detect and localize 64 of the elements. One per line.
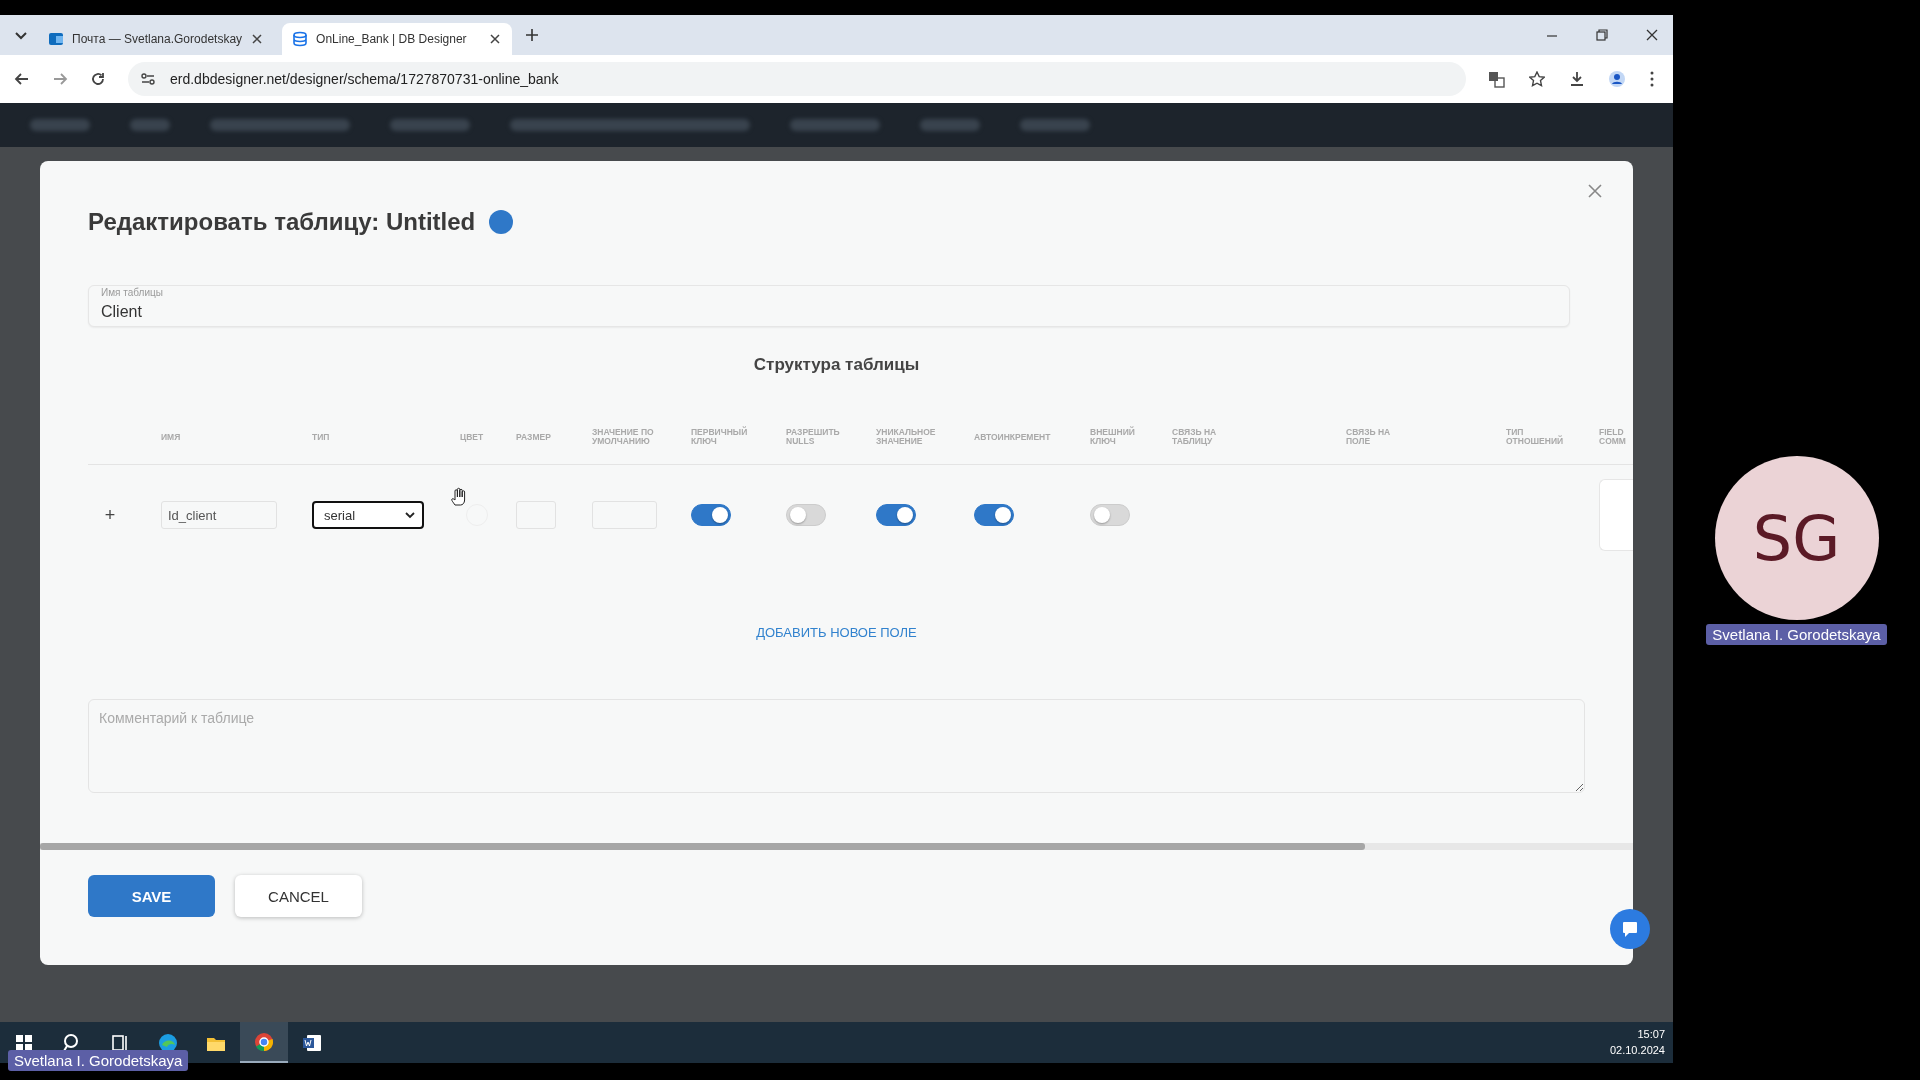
translate-icon[interactable] bbox=[1488, 70, 1505, 88]
add-button[interactable]: + bbox=[100, 504, 120, 526]
column-header: АВТОИНКРЕМЕНТ bbox=[974, 432, 1051, 442]
toggle-switch[interactable] bbox=[691, 504, 731, 526]
comment-field[interactable]: Комментарий к таблице bbox=[88, 699, 1585, 793]
windows-start-icon[interactable] bbox=[14, 1032, 34, 1053]
column-header: СВЯЗЬ НА ПОЛЕ bbox=[1346, 428, 1392, 446]
close-icon[interactable] bbox=[250, 32, 265, 46]
address-field[interactable]: erd.dbdesigner.net/designer/schema/1727870731-online_bank bbox=[128, 62, 1466, 96]
site-settings-icon[interactable] bbox=[140, 71, 156, 87]
forward-icon[interactable] bbox=[52, 71, 68, 87]
caret-icon bbox=[404, 510, 416, 520]
column-header: ПЕРВИЧНЫЙ КЛЮЧ bbox=[691, 428, 749, 446]
toggle-switch[interactable] bbox=[1090, 504, 1130, 526]
save-button[interactable]: SAVE bbox=[88, 875, 215, 917]
add-field-link[interactable]: ДОБАВИТЬ НОВОЕ ПОЛЕ bbox=[756, 625, 917, 640]
name-label: Svetlana I. Gorodetskaya bbox=[8, 1050, 189, 1071]
column-header: ТИП bbox=[312, 432, 331, 442]
chrome-circle-icon[interactable] bbox=[254, 1031, 274, 1052]
hand-cursor-icon bbox=[450, 487, 468, 507]
column-header: ЦВЕТ bbox=[460, 432, 485, 442]
column-header: РАЗРЕШИТЬ NULLS bbox=[786, 428, 841, 446]
profile-icon[interactable] bbox=[1609, 71, 1625, 87]
column-header: FIELD COMM bbox=[1599, 428, 1627, 446]
mail-icon bbox=[48, 31, 64, 47]
close-icon[interactable] bbox=[488, 32, 503, 46]
column-header: УНИКАЛЬНОЕ ЗНАЧЕНИЕ bbox=[876, 428, 937, 446]
name-input[interactable]: Id_client bbox=[161, 501, 277, 529]
color-dot[interactable] bbox=[489, 210, 514, 234]
type-dropdown[interactable]: serial bbox=[312, 501, 424, 529]
close-icon[interactable] bbox=[1645, 28, 1659, 42]
toggle-switch[interactable] bbox=[974, 504, 1014, 526]
database-icon bbox=[292, 31, 309, 47]
name-label: Svetlana I. Gorodetskaya bbox=[1706, 624, 1887, 645]
column-header: СВЯЗЬ НА ТАБЛИЦУ bbox=[1172, 428, 1218, 446]
chat-button[interactable] bbox=[1610, 909, 1650, 949]
column-header: ИМЯ bbox=[161, 432, 182, 442]
back-icon[interactable] bbox=[14, 71, 30, 87]
column-header: ВНЕШНИЙ КЛЮЧ bbox=[1090, 428, 1136, 446]
toggle-switch[interactable] bbox=[786, 504, 826, 526]
avatar: SG bbox=[1714, 456, 1879, 620]
reload-icon[interactable] bbox=[90, 71, 106, 87]
new-tab-icon[interactable] bbox=[524, 27, 541, 43]
clock-date: 02.10.2024 bbox=[1609, 1042, 1665, 1058]
star-icon[interactable] bbox=[1529, 71, 1545, 87]
more-icon[interactable] bbox=[1649, 71, 1655, 87]
cancel-button[interactable]: CANCEL bbox=[235, 875, 362, 917]
browser-tab[interactable]: OnLine_Bank | DB Designer bbox=[282, 23, 513, 55]
clock-time: 15:07 bbox=[1636, 1026, 1665, 1042]
dialog-title: Редактировать таблицу: Untitled bbox=[88, 208, 476, 236]
document-app-icon[interactable] bbox=[302, 1032, 322, 1053]
scrollbar[interactable] bbox=[40, 843, 1633, 850]
task-view-icon[interactable] bbox=[110, 1032, 130, 1053]
toggle-switch[interactable] bbox=[876, 504, 916, 526]
comment-input[interactable] bbox=[1599, 479, 1633, 551]
restore-icon[interactable] bbox=[1595, 28, 1609, 42]
column-header: РАЗМЕР bbox=[516, 432, 552, 442]
field-label: Имя таблицы bbox=[101, 287, 163, 298]
browser-tab[interactable]: Почта — Svetlana.Gorodetskay bbox=[38, 23, 275, 55]
browser-swirl-icon[interactable] bbox=[158, 1032, 178, 1053]
column-header: ЗНАЧЕНИЕ ПО УМОЛЧАНИЮ bbox=[592, 428, 655, 446]
section-title: Структура таблицы bbox=[752, 355, 921, 375]
download-icon[interactable] bbox=[1569, 71, 1585, 87]
column-header: ТИП ОТНОШЕНИЙ bbox=[1506, 428, 1565, 446]
